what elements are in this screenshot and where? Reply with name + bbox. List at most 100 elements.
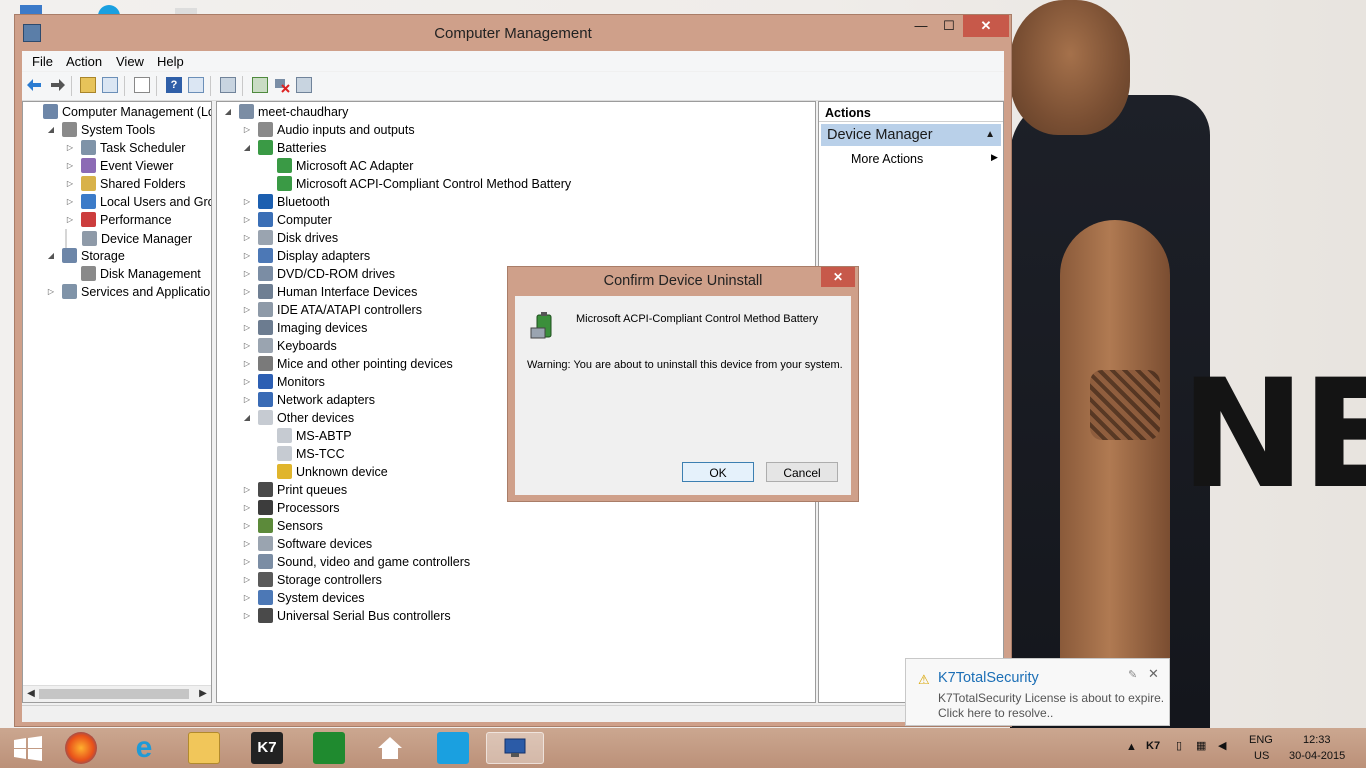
minimize-button[interactable]: —	[907, 15, 935, 37]
uninstall-device-icon[interactable]	[274, 77, 290, 93]
update-driver-icon[interactable]	[252, 77, 268, 93]
console-tree-item[interactable]: Device Manager	[65, 229, 192, 249]
store-icon[interactable]	[437, 732, 469, 764]
notification-close-button[interactable]: ✕	[1148, 666, 1159, 682]
tree-item-label: MS-ABTP	[296, 429, 352, 443]
tree-item-label: Event Viewer	[100, 159, 174, 173]
computer-management-taskbar-button[interactable]	[486, 732, 544, 764]
expander-icon[interactable]: ▷	[242, 193, 252, 211]
dialog-close-button[interactable]: ✕	[821, 267, 855, 287]
toolbar-separator	[71, 76, 72, 96]
actions-header: Actions	[819, 102, 1003, 122]
expander-icon[interactable]: ◢	[46, 247, 56, 265]
close-button[interactable]: ✕	[963, 15, 1009, 37]
title-bar[interactable]: Computer Management — ☐ ✕	[15, 15, 1011, 51]
clock-time[interactable]: 12:33	[1303, 734, 1331, 746]
toolbar-separator	[242, 76, 243, 96]
expander-icon[interactable]: ▷	[242, 355, 252, 373]
ok-button[interactable]: OK	[682, 462, 754, 482]
scrollbar-thumb[interactable]	[39, 689, 189, 699]
expander-icon[interactable]: ◢	[223, 103, 233, 121]
menu-help[interactable]: Help	[157, 54, 184, 69]
collapse-icon[interactable]: ▲	[985, 124, 995, 146]
battery-tray-icon[interactable]: ▯	[1176, 739, 1182, 752]
file-explorer-icon[interactable]	[188, 732, 220, 764]
cancel-button[interactable]: Cancel	[766, 462, 838, 482]
forward-icon[interactable]	[49, 77, 65, 93]
maximize-button[interactable]: ☐	[935, 15, 963, 37]
disable-device-icon[interactable]	[296, 77, 312, 93]
k7-tray-icon[interactable]: K7	[1146, 740, 1160, 752]
expander-icon[interactable]: ▷	[242, 211, 252, 229]
network-tray-icon[interactable]: ▦	[1196, 739, 1206, 752]
expander-icon[interactable]: ▷	[65, 157, 75, 175]
expander-icon[interactable]: ▷	[65, 175, 75, 193]
expander-icon[interactable]: ▷	[242, 373, 252, 391]
expander-icon[interactable]: ▷	[65, 193, 75, 211]
up-folder-icon[interactable]	[80, 77, 96, 93]
expander-icon[interactable]: ▷	[242, 265, 252, 283]
dialog-body: Microsoft ACPI-Compliant Control Method …	[515, 296, 851, 495]
region-indicator[interactable]: US	[1254, 750, 1269, 762]
horizontal-scrollbar[interactable]: ◀ ▶	[23, 685, 211, 702]
excel-icon[interactable]	[313, 732, 345, 764]
k7-notification[interactable]: ⚠ K7TotalSecurity K7TotalSecurity Licens…	[905, 658, 1170, 726]
taskbar: e K7 ▲ K7 ▯ ▦ ◀ ENG US 12:33 30-04-2015	[0, 728, 1366, 768]
expander-icon[interactable]: ◢	[46, 121, 56, 139]
scroll-left-icon[interactable]: ◀	[23, 686, 39, 702]
menu-view[interactable]: View	[116, 54, 144, 69]
more-actions-link[interactable]: More Actions	[851, 152, 923, 166]
actions-section-device-manager[interactable]: Device Manager ▲	[821, 124, 1001, 146]
expander-icon[interactable]: ▷	[242, 229, 252, 247]
notification-resolve-link[interactable]: Click here to resolve..	[938, 706, 1053, 720]
expander-icon[interactable]: ▷	[46, 283, 56, 301]
volume-tray-icon[interactable]: ◀	[1218, 739, 1226, 752]
tree-item-label: Software devices	[277, 537, 373, 551]
device-category-icon	[258, 212, 273, 227]
pin-icon[interactable]: ✎	[1128, 668, 1137, 681]
scan-hardware-icon[interactable]	[220, 77, 236, 93]
show-hide-console-tree-icon[interactable]	[102, 77, 118, 93]
expander-icon[interactable]: ▷	[242, 517, 252, 535]
expander-icon[interactable]: ▷	[242, 121, 252, 139]
k7-icon[interactable]: K7	[251, 732, 283, 764]
expander-icon[interactable]: ▷	[242, 589, 252, 607]
properties-icon[interactable]	[134, 77, 150, 93]
expander-icon[interactable]: ▷	[242, 391, 252, 409]
expander-icon[interactable]: ▷	[242, 535, 252, 553]
show-action-pane-icon[interactable]	[188, 77, 204, 93]
expander-icon[interactable]: ▷	[242, 301, 252, 319]
expander-icon[interactable]: ▷	[242, 283, 252, 301]
expander-icon[interactable]: ▷	[65, 139, 75, 157]
expander-icon[interactable]: ▷	[242, 607, 252, 625]
device-category-icon	[258, 482, 273, 497]
expander-icon[interactable]: ◢	[242, 139, 252, 157]
expander-icon[interactable]: ▷	[242, 571, 252, 589]
expander-icon[interactable]: ▷	[242, 499, 252, 517]
tree-item-label: Local Users and Groups	[100, 195, 211, 209]
back-icon[interactable]	[27, 77, 43, 93]
expander-icon[interactable]: ▷	[242, 247, 252, 265]
scroll-right-icon[interactable]: ▶	[195, 686, 211, 702]
toolbar-separator	[156, 76, 157, 96]
expander-icon[interactable]: ◢	[242, 409, 252, 427]
device-category-icon	[62, 284, 77, 299]
firefox-icon[interactable]	[65, 732, 97, 764]
help-icon[interactable]: ?	[166, 77, 182, 93]
menu-action[interactable]: Action	[66, 54, 102, 69]
show-hidden-icons[interactable]: ▲	[1126, 741, 1137, 753]
expander-icon[interactable]: ▷	[242, 319, 252, 337]
expander-icon[interactable]: ▷	[242, 481, 252, 499]
internet-explorer-icon[interactable]: e	[128, 732, 160, 764]
device-category-icon	[258, 338, 273, 353]
expander-icon[interactable]: ▷	[242, 553, 252, 571]
clock-date[interactable]: 30-04-2015	[1289, 750, 1345, 762]
device-category-icon	[277, 464, 292, 479]
home-icon[interactable]	[374, 732, 406, 764]
expander-icon[interactable]: ▷	[242, 337, 252, 355]
language-indicator[interactable]: ENG	[1249, 734, 1273, 746]
device-category-icon	[81, 266, 96, 281]
start-button[interactable]	[12, 732, 44, 764]
menu-file[interactable]: File	[32, 54, 53, 69]
expander-icon[interactable]: ▷	[65, 211, 75, 229]
